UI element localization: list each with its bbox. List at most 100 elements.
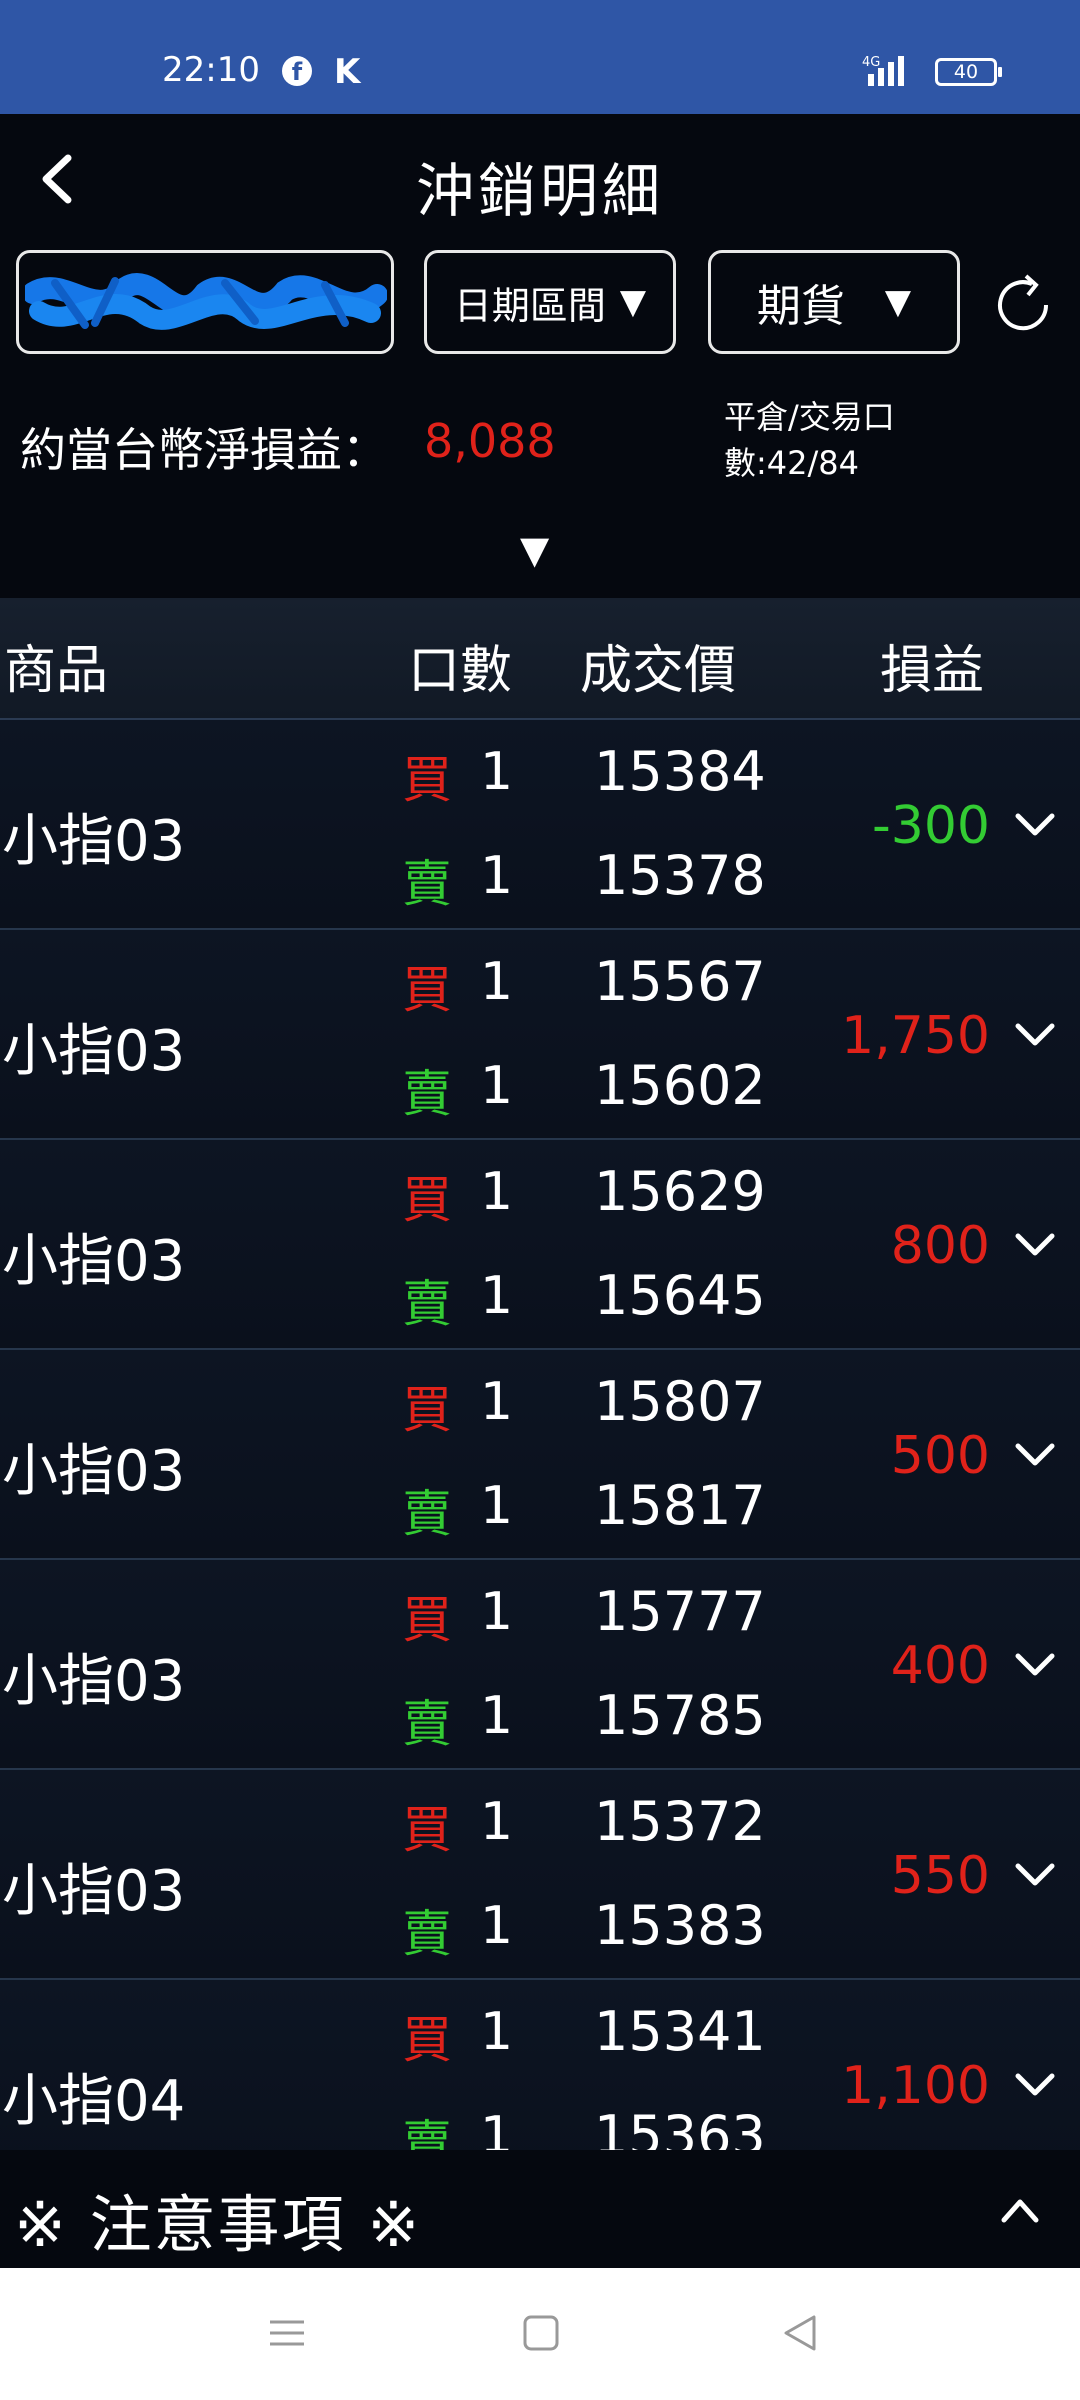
- k-app-icon: K: [334, 52, 361, 92]
- row-product: 小指03: [2, 1859, 186, 1924]
- sell-label: 賣: [402, 1905, 452, 1963]
- buy-qty: 1: [480, 2002, 514, 2062]
- signal-icon: 4G: [862, 55, 904, 86]
- sell-price: 15383: [594, 1894, 766, 1957]
- refresh-icon[interactable]: [988, 270, 1058, 340]
- table-row[interactable]: 小指03 買 1 15372 賣 1 15383 550: [0, 1770, 1080, 1980]
- buy-price: 15567: [594, 950, 766, 1013]
- buy-label: 買: [402, 2011, 452, 2069]
- buy-label: 買: [402, 1171, 452, 1229]
- column-header-product: 商品: [4, 641, 109, 701]
- expand-summary-icon[interactable]: ▼: [520, 528, 549, 572]
- sell-qty: 1: [480, 1476, 514, 1536]
- row-pnl: 1,750: [841, 1006, 990, 1066]
- facebook-icon: f: [282, 56, 312, 86]
- chevron-up-icon[interactable]: [998, 2190, 1042, 2230]
- row-product: 小指03: [2, 1649, 186, 1714]
- caret-down-icon: ▼: [619, 282, 647, 322]
- sell-price: 15602: [594, 1054, 766, 1117]
- page-title: 沖銷明細: [415, 157, 664, 225]
- sell-qty: 1: [480, 1266, 514, 1326]
- table-row[interactable]: 小指04 買 1 15341 賣 1 15363 1,100: [0, 1980, 1080, 2150]
- home-icon[interactable]: [516, 2308, 566, 2358]
- sell-qty: 1: [480, 1896, 514, 1956]
- account-selector[interactable]: [16, 250, 394, 354]
- chevron-down-icon[interactable]: [1012, 1432, 1058, 1476]
- row-pnl: 1,100: [841, 2056, 990, 2116]
- chevron-down-icon[interactable]: [1012, 1012, 1058, 1056]
- sell-price: 15817: [594, 1474, 766, 1537]
- sell-price: 15785: [594, 1684, 766, 1747]
- buy-label: 買: [402, 1591, 452, 1649]
- row-pnl: 550: [890, 1846, 990, 1906]
- app-header: 沖銷明細: [0, 114, 1080, 244]
- product-type-dropdown[interactable]: 期貨 ▼: [708, 250, 960, 354]
- column-header-price: 成交價: [580, 641, 737, 701]
- pnl-summary: 約當台幣淨損益： 8,088 平倉/交易口數:42/84 ▼: [0, 364, 1080, 598]
- row-product: 小指03: [2, 1439, 186, 1504]
- battery-icon: 40: [935, 58, 1002, 86]
- buy-qty: 1: [480, 1372, 514, 1432]
- chevron-down-icon[interactable]: [1012, 2062, 1058, 2106]
- chevron-down-icon[interactable]: [1012, 1222, 1058, 1266]
- date-range-label: 日期區間: [453, 283, 606, 328]
- row-product: 小指03: [2, 1019, 186, 1084]
- table-row[interactable]: 小指03 買 1 15567 賣 1 15602 1,750: [0, 930, 1080, 1140]
- column-header-qty: 口數: [408, 641, 513, 701]
- caret-down-icon: ▼: [884, 282, 912, 322]
- trade-list: 小指03 買 1 15384 賣 1 15378 -300 小指03 買 1 15567 賣 1 15602…: [0, 720, 1080, 2150]
- sell-qty: 1: [480, 1056, 514, 1116]
- sell-label: 賣: [402, 855, 452, 913]
- buy-qty: 1: [480, 1792, 514, 1852]
- buy-price: 15807: [594, 1370, 766, 1433]
- sell-label: 賣: [402, 1065, 452, 1123]
- column-header-pnl: 損益: [880, 641, 985, 701]
- sell-price: 15363: [594, 2104, 766, 2150]
- table-row[interactable]: 小指03 買 1 15777 賣 1 15785 400: [0, 1560, 1080, 1770]
- table-row[interactable]: 小指03 買 1 15807 賣 1 15817 500: [0, 1350, 1080, 1560]
- buy-label: 買: [402, 1381, 452, 1439]
- buy-qty: 1: [480, 952, 514, 1012]
- back-triangle-icon[interactable]: [776, 2308, 826, 2358]
- chevron-down-icon[interactable]: [1012, 802, 1058, 846]
- row-pnl: 800: [890, 1216, 990, 1276]
- closed-lots-info: 平倉/交易口數:42/84: [724, 398, 895, 482]
- sell-qty: 1: [480, 1686, 514, 1746]
- buy-label: 買: [402, 961, 452, 1019]
- row-pnl: 500: [890, 1426, 990, 1486]
- notes-title: ※ 注意事項 ※: [14, 2188, 422, 2261]
- buy-qty: 1: [480, 742, 514, 802]
- net-pnl-value: 8,088: [424, 414, 556, 468]
- sell-price: 15378: [594, 844, 766, 907]
- buy-qty: 1: [480, 1582, 514, 1642]
- table-row[interactable]: 小指03 買 1 15384 賣 1 15378 -300: [0, 720, 1080, 930]
- chevron-down-icon[interactable]: [1012, 1852, 1058, 1896]
- status-time: 22:10: [162, 50, 260, 90]
- table-row[interactable]: 小指03 買 1 15629 賣 1 15645 800: [0, 1140, 1080, 1350]
- chevron-down-icon[interactable]: [1012, 1642, 1058, 1686]
- buy-label: 買: [402, 1801, 452, 1859]
- buy-price: 15777: [594, 1580, 766, 1643]
- row-product: 小指03: [2, 1229, 186, 1294]
- sell-label: 賣: [402, 1275, 452, 1333]
- date-range-dropdown[interactable]: 日期區間 ▼: [424, 250, 676, 354]
- sell-qty: 1: [480, 2106, 514, 2150]
- buy-price: 15629: [594, 1160, 766, 1223]
- sell-label: 賣: [402, 1695, 452, 1753]
- notes-bar[interactable]: ※ 注意事項 ※: [0, 2150, 1080, 2268]
- buy-qty: 1: [480, 1162, 514, 1222]
- buy-label: 買: [402, 751, 452, 809]
- product-type-label: 期貨: [756, 281, 845, 332]
- status-bar: 22:10 f K 4G 40: [0, 0, 1080, 114]
- network-type: 4G: [862, 55, 880, 70]
- row-pnl: 400: [890, 1636, 990, 1696]
- row-product: 小指04: [2, 2069, 186, 2134]
- sell-price: 15645: [594, 1264, 766, 1327]
- menu-icon[interactable]: [262, 2308, 312, 2358]
- sell-qty: 1: [480, 846, 514, 906]
- sell-label: 賣: [402, 1485, 452, 1543]
- row-pnl: -300: [871, 796, 990, 856]
- sell-label: 賣: [402, 2115, 452, 2150]
- buy-price: 15341: [594, 2000, 766, 2063]
- buy-price: 15372: [594, 1790, 766, 1853]
